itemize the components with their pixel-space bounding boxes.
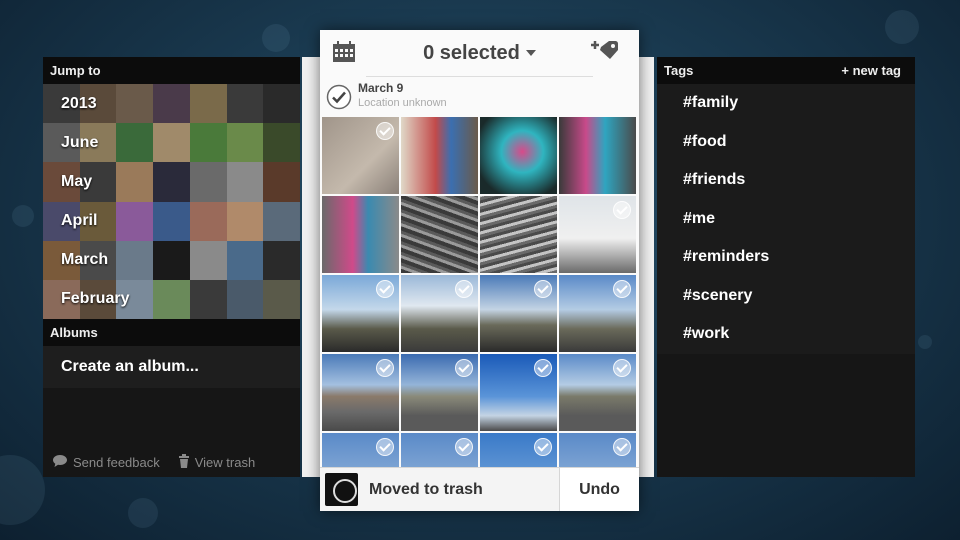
bokeh-light [262, 24, 290, 52]
bokeh-light [128, 498, 158, 528]
photo-thumbnail[interactable] [322, 275, 399, 352]
checkmark-icon[interactable] [376, 359, 394, 377]
select-all-checkmark-icon[interactable] [326, 84, 352, 115]
photo-thumbnail[interactable] [480, 354, 557, 431]
checkmark-icon[interactable] [455, 359, 473, 377]
month-list: 2013 June May April March February [43, 84, 300, 319]
photo-mosaic: 2013 June May April March February [43, 84, 300, 319]
send-feedback-button[interactable]: Send feedback [52, 454, 160, 471]
photo-thumbnail[interactable] [559, 275, 636, 352]
photo-thumbnail[interactable] [401, 117, 478, 194]
month-item-february[interactable]: February [43, 279, 300, 318]
photo-grid [322, 117, 638, 510]
chevron-down-icon [525, 50, 536, 56]
speech-bubble-icon [52, 454, 68, 471]
trashed-photo-thumbnail [325, 473, 358, 506]
checkmark-icon[interactable] [455, 280, 473, 298]
checkmark-icon[interactable] [376, 438, 394, 456]
checkmark-icon[interactable] [613, 201, 631, 219]
photo-thumbnail[interactable] [559, 117, 636, 194]
left-navigation-panel: Jump to 2013 June May April March Februa… [43, 57, 300, 477]
photo-thumbnail[interactable] [480, 275, 557, 352]
photo-selection-card: 0 selected March 9 Location unknown Move… [320, 30, 639, 511]
checkmark-icon[interactable] [534, 438, 552, 456]
selection-count-label: 0 selected [423, 41, 520, 64]
month-item-may[interactable]: May [43, 162, 300, 201]
photo-thumbnail[interactable] [480, 117, 557, 194]
create-album-button[interactable]: Create an album... [43, 346, 300, 388]
calendar-icon[interactable] [332, 41, 356, 68]
checkmark-icon[interactable] [534, 359, 552, 377]
tags-heading: Tags [664, 63, 694, 78]
trash-icon [178, 453, 190, 471]
new-tag-button[interactable]: + new tag [841, 57, 901, 84]
photo-thumbnail[interactable] [559, 196, 636, 273]
view-trash-label: View trash [194, 454, 256, 470]
moved-to-trash-toast: Moved to trash Undo [320, 467, 639, 511]
tag-item-family[interactable]: #family [657, 84, 915, 123]
bokeh-light [12, 205, 34, 227]
photo-thumbnail[interactable] [401, 275, 478, 352]
toast-message: Moved to trash [369, 480, 483, 498]
bokeh-light [0, 455, 45, 525]
tag-item-reminders[interactable]: #reminders [657, 238, 915, 277]
left-footer: Send feedback View trash [43, 451, 300, 473]
selection-count-dropdown[interactable]: 0 selected [423, 42, 536, 65]
jump-to-heading: Jump to [43, 57, 300, 84]
tags-panel: Tags + new tag #family #food #friends #m… [657, 57, 915, 477]
send-feedback-label: Send feedback [73, 454, 160, 470]
photo-thumbnail[interactable] [322, 117, 399, 194]
month-item-march[interactable]: March [43, 240, 300, 279]
tag-item-friends[interactable]: #friends [657, 161, 915, 200]
selection-header: 0 selected [320, 30, 639, 76]
photo-thumbnail[interactable] [322, 354, 399, 431]
checkmark-icon[interactable] [376, 122, 394, 140]
tag-list: #family #food #friends #me #reminders #s… [657, 84, 915, 354]
albums-heading: Albums [43, 319, 300, 346]
date-title: March 9 [358, 81, 404, 95]
tag-item-scenery[interactable]: #scenery [657, 277, 915, 316]
checkmark-icon[interactable] [534, 280, 552, 298]
photo-thumbnail[interactable] [401, 354, 478, 431]
photo-thumbnail[interactable] [480, 196, 557, 273]
photo-thumbnail[interactable] [401, 196, 478, 273]
photo-thumbnail[interactable] [559, 354, 636, 431]
tags-header: Tags + new tag [657, 57, 915, 84]
photo-thumbnail[interactable] [322, 196, 399, 273]
month-item-april[interactable]: April [43, 201, 300, 240]
month-item-june[interactable]: June [43, 123, 300, 162]
undo-button[interactable]: Undo [559, 468, 639, 511]
checkmark-icon[interactable] [455, 438, 473, 456]
location-label: Location unknown [358, 97, 447, 109]
tag-item-work[interactable]: #work [657, 315, 915, 354]
month-item-2013[interactable]: 2013 [43, 84, 300, 123]
checkmark-icon[interactable] [613, 438, 631, 456]
tag-item-food[interactable]: #food [657, 123, 915, 162]
checkmark-icon[interactable] [376, 280, 394, 298]
add-tag-icon[interactable] [589, 39, 625, 70]
tag-item-me[interactable]: #me [657, 200, 915, 239]
date-section-header: March 9 Location unknown [320, 77, 639, 117]
bokeh-light [885, 10, 919, 44]
bokeh-light [918, 335, 932, 349]
checkmark-icon[interactable] [613, 359, 631, 377]
checkmark-icon[interactable] [613, 280, 631, 298]
view-trash-button[interactable]: View trash [178, 453, 256, 471]
